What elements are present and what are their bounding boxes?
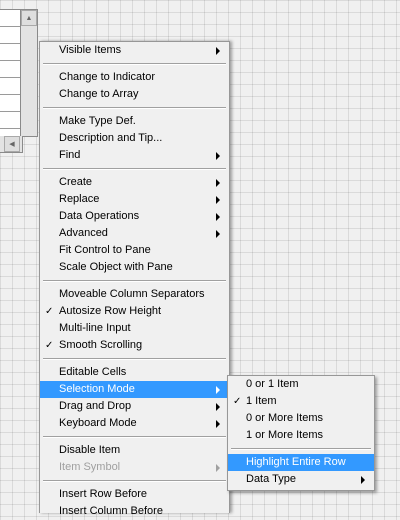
menu-separator <box>43 480 226 482</box>
submenu-arrow-icon <box>216 386 220 394</box>
menu-item-label: Fit Control to Pane <box>59 244 151 256</box>
menu-item-visible-items[interactable]: Visible Items <box>40 42 229 59</box>
menu-item-label: Selection Mode <box>59 383 135 395</box>
menu-item-data-operations[interactable]: Data Operations <box>40 208 229 225</box>
table-row[interactable] <box>0 61 20 78</box>
menu-item-replace[interactable]: Replace <box>40 191 229 208</box>
menu-item-label: Drag and Drop <box>59 400 132 412</box>
table-row[interactable] <box>0 112 20 129</box>
menu-item-fit-control-to-pane[interactable]: Fit Control to Pane <box>40 242 229 259</box>
menu-item-label: 0 or More Items <box>246 412 324 424</box>
scroll-up-icon: ▲ <box>25 14 33 22</box>
menu-item-label: Scale Object with Pane <box>59 261 173 273</box>
menu-item-label: Editable Cells <box>59 366 127 378</box>
menu-item-label: Insert Row Before <box>59 488 148 500</box>
table-cells[interactable] <box>0 9 21 137</box>
menu-item-make-type-def[interactable]: Make Type Def. <box>40 113 229 130</box>
submenu-arrow-icon <box>216 196 220 204</box>
menu-separator <box>231 448 371 450</box>
submenu-arrow-icon <box>216 464 220 472</box>
menu-item-label: Insert Column Before <box>59 505 163 517</box>
menu-item-label: Create <box>59 176 93 188</box>
menu-item-smooth-scrolling[interactable]: ✓ Smooth Scrolling <box>40 337 229 354</box>
submenu-arrow-icon <box>216 152 220 160</box>
menu-separator <box>43 168 226 170</box>
menu-item-label: Smooth Scrolling <box>59 339 143 351</box>
menu-item-insert-column-before[interactable]: Insert Column Before <box>40 503 229 520</box>
submenu-item-0-or-more-items[interactable]: 0 or More Items <box>228 410 374 427</box>
menu-item-label: Multi-line Input <box>59 322 131 334</box>
submenu-arrow-icon <box>216 213 220 221</box>
submenu-item-1-or-more-items[interactable]: 1 or More Items <box>228 427 374 444</box>
menu-item-editable-cells[interactable]: Editable Cells <box>40 364 229 381</box>
submenu-arrow-icon <box>361 476 365 484</box>
submenu-item-1-item[interactable]: ✓ 1 Item <box>228 393 374 410</box>
submenu-arrow-icon <box>216 403 220 411</box>
scroll-left-button[interactable]: ◀ <box>4 136 20 152</box>
menu-item-label: Data Operations <box>59 210 140 222</box>
selection-mode-submenu: 0 or 1 Item ✓ 1 Item 0 or More Items 1 or Mo… <box>227 375 375 491</box>
menu-item-label: 0 or 1 Item <box>246 378 299 390</box>
menu-item-item-symbol: Item Symbol <box>40 459 229 476</box>
menu-item-label: Advanced <box>59 227 108 239</box>
submenu-arrow-icon <box>216 47 220 55</box>
menu-item-disable-item[interactable]: Disable Item <box>40 442 229 459</box>
scroll-up-button[interactable]: ▲ <box>21 10 37 26</box>
menu-item-label: Keyboard Mode <box>59 417 137 429</box>
table-row[interactable] <box>0 44 20 61</box>
menu-item-change-to-indicator[interactable]: Change to Indicator <box>40 69 229 86</box>
table-control[interactable]: ▲ ◀ <box>0 9 38 153</box>
menu-item-label: Item Symbol <box>59 461 121 473</box>
table-row[interactable] <box>0 10 20 27</box>
menu-item-find[interactable]: Find <box>40 147 229 164</box>
menu-item-multi-line-input[interactable]: Multi-line Input <box>40 320 229 337</box>
menu-separator <box>43 436 226 438</box>
submenu-item-data-type[interactable]: Data Type <box>228 471 374 488</box>
submenu-item-highlight-entire-row[interactable]: Highlight Entire Row <box>228 454 374 471</box>
menu-item-scale-object-with-pane[interactable]: Scale Object with Pane <box>40 259 229 276</box>
table-row[interactable] <box>0 78 20 95</box>
menu-item-label: Autosize Row Height <box>59 305 162 317</box>
menu-item-label: 1 or More Items <box>246 429 324 441</box>
menu-item-keyboard-mode[interactable]: Keyboard Mode <box>40 415 229 432</box>
menu-separator <box>43 280 226 282</box>
table-row[interactable] <box>0 27 20 44</box>
menu-separator <box>43 63 226 65</box>
menu-separator <box>43 358 226 360</box>
menu-item-label: Make Type Def. <box>59 115 136 127</box>
menu-item-label: Moveable Column Separators <box>59 288 205 300</box>
menu-item-label: Disable Item <box>59 444 121 456</box>
submenu-arrow-icon <box>216 420 220 428</box>
scroll-left-icon: ◀ <box>9 141 15 148</box>
menu-item-label: Data Type <box>246 473 296 485</box>
menu-item-label: Change to Array <box>59 88 139 100</box>
menu-item-insert-row-before[interactable]: Insert Row Before <box>40 486 229 503</box>
menu-item-label: Visible Items <box>59 44 122 56</box>
menu-item-label: Find <box>59 149 81 161</box>
checkmark-icon: ✓ <box>45 340 54 351</box>
menu-item-description-and-tip[interactable]: Description and Tip... <box>40 130 229 147</box>
menu-separator <box>43 107 226 109</box>
submenu-item-0-or-1-item[interactable]: 0 or 1 Item <box>228 376 374 393</box>
horizontal-scrollbar[interactable]: ◀ <box>0 136 23 153</box>
menu-item-advanced[interactable]: Advanced <box>40 225 229 242</box>
menu-item-label: Description and Tip... <box>59 132 163 144</box>
menu-item-label: 1 Item <box>246 395 277 407</box>
context-menu: Visible Items Change to Indicator Change t… <box>39 41 230 517</box>
submenu-arrow-icon <box>216 179 220 187</box>
menu-item-create[interactable]: Create <box>40 174 229 191</box>
vertical-scrollbar[interactable]: ▲ <box>21 9 38 137</box>
menu-item-change-to-array[interactable]: Change to Array <box>40 86 229 103</box>
menu-item-label: Change to Indicator <box>59 71 156 83</box>
checkmark-icon: ✓ <box>45 306 54 317</box>
table-row[interactable] <box>0 95 20 112</box>
menu-item-label: Highlight Entire Row <box>246 456 346 468</box>
menu-item-moveable-column-separators[interactable]: Moveable Column Separators <box>40 286 229 303</box>
checkmark-icon: ✓ <box>233 396 242 407</box>
menu-item-label: Replace <box>59 193 100 205</box>
menu-item-autosize-row-height[interactable]: ✓ Autosize Row Height <box>40 303 229 320</box>
submenu-arrow-icon <box>216 230 220 238</box>
menu-item-selection-mode[interactable]: Selection Mode <box>40 381 229 398</box>
menu-item-drag-and-drop[interactable]: Drag and Drop <box>40 398 229 415</box>
